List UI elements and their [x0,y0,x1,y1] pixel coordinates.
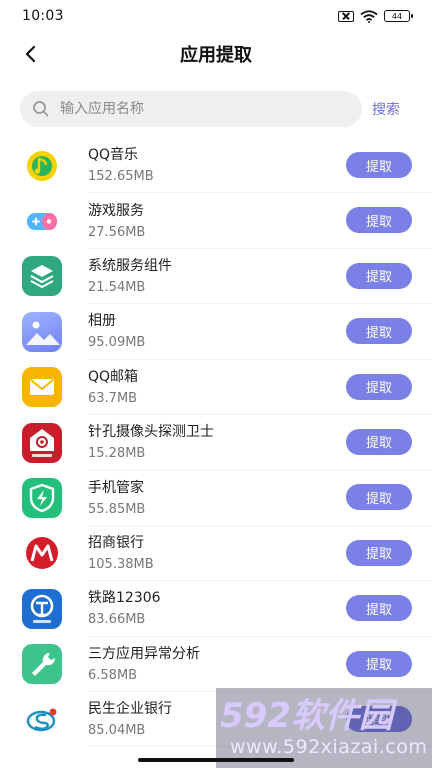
list-item: 游戏服务 27.56MB 提取 [0,193,432,250]
cmb-logo-icon [22,533,62,574]
list-item: 手机管家 55.85MB 提取 [0,470,432,527]
app-size: 15.28MB [88,446,146,462]
watermark: 592软件园 www.592xiazai.com [216,688,432,768]
list-item: 招商银行 105.38MB 提取 [0,526,432,582]
wifi-icon [360,9,378,23]
extract-button[interactable]: 提取 [346,207,412,234]
nav-bar: 应用提取 [0,32,432,76]
page-title: 应用提取 [180,45,252,66]
app-name: 系统服务组件 [88,257,172,274]
wrench-icon [22,644,62,685]
status-icons: 44 [338,9,413,23]
app-name: 三方应用异常分析 [88,645,200,662]
app-size: 152.65MB [88,169,154,185]
shield-bolt-icon [22,478,62,519]
list-item: QQ音乐 152.65MB 提取 [0,138,432,194]
extract-button[interactable]: 提取 [346,484,412,511]
camera-detector-icon [22,422,62,463]
search-input[interactable] [60,101,330,117]
list-item: 相册 95.09MB 提取 [0,304,432,360]
minsheng-logo-icon [22,699,62,740]
list-item: 系统服务组件 21.54MB 提取 [0,249,432,305]
app-name: 相册 [88,313,116,330]
list-item: 针孔摄像头探测卫士 15.28MB 提取 [0,415,432,471]
list-item: 三方应用异常分析 6.58MB 提取 [0,637,432,693]
app-size: 27.56MB [88,224,146,240]
app-size: 63.7MB [88,390,138,406]
home-indicator[interactable] [138,758,294,762]
search-icon [33,101,49,117]
chevron-left-icon [25,45,36,63]
app-size: 83.66MB [88,612,146,628]
railway-icon [22,588,62,629]
app-name: QQ邮箱 [88,368,139,385]
extract-button[interactable]: 提取 [346,262,412,289]
search-button[interactable]: 搜索 [372,99,400,119]
layers-icon [22,256,62,297]
app-name: QQ音乐 [88,147,139,164]
app-size: 55.85MB [88,501,146,517]
app-size: 85.04MB [88,723,146,739]
search-box[interactable] [20,91,362,127]
extract-button[interactable]: 提取 [346,152,412,178]
gallery-icon [22,311,62,352]
no-sim-icon [338,10,354,22]
extract-button[interactable]: 提取 [346,428,412,455]
app-name: 铁路12306 [88,590,161,607]
app-size: 21.54MB [88,279,146,295]
app-name: 手机管家 [88,479,144,496]
app-name: 游戏服务 [88,202,144,219]
extract-button[interactable]: 提取 [346,539,412,566]
list-item: 铁路12306 83.66MB 提取 [0,581,432,637]
list-item: QQ邮箱 63.7MB 提取 [0,360,432,416]
extract-button[interactable]: 提取 [346,373,412,400]
app-list: QQ音乐 152.65MB 提取 游戏服务 27.56MB 提取 系统服务组件 … [0,138,432,748]
watermark-url: www.592xiazai.com [230,736,428,758]
app-size: 105.38MB [88,556,154,572]
back-button[interactable] [16,40,44,68]
app-size: 95.09MB [88,335,146,351]
app-name: 招商银行 [88,534,144,551]
status-bar: 10:03 44 [0,0,432,32]
extract-button[interactable]: 提取 [346,595,412,622]
app-name: 针孔摄像头探测卫士 [88,424,214,441]
battery-icon: 44 [384,10,413,22]
app-name: 民生企业银行 [88,701,172,718]
watermark-brand: 592软件园 [220,696,393,736]
search-row: 搜索 [20,90,412,128]
status-time: 10:03 [22,8,64,24]
mail-icon [22,367,62,408]
extract-button[interactable]: 提取 [346,650,412,677]
app-size: 6.58MB [88,667,138,683]
extract-button[interactable]: 提取 [346,318,412,345]
qq-music-icon [22,145,62,186]
gamepad-icon [22,201,62,242]
